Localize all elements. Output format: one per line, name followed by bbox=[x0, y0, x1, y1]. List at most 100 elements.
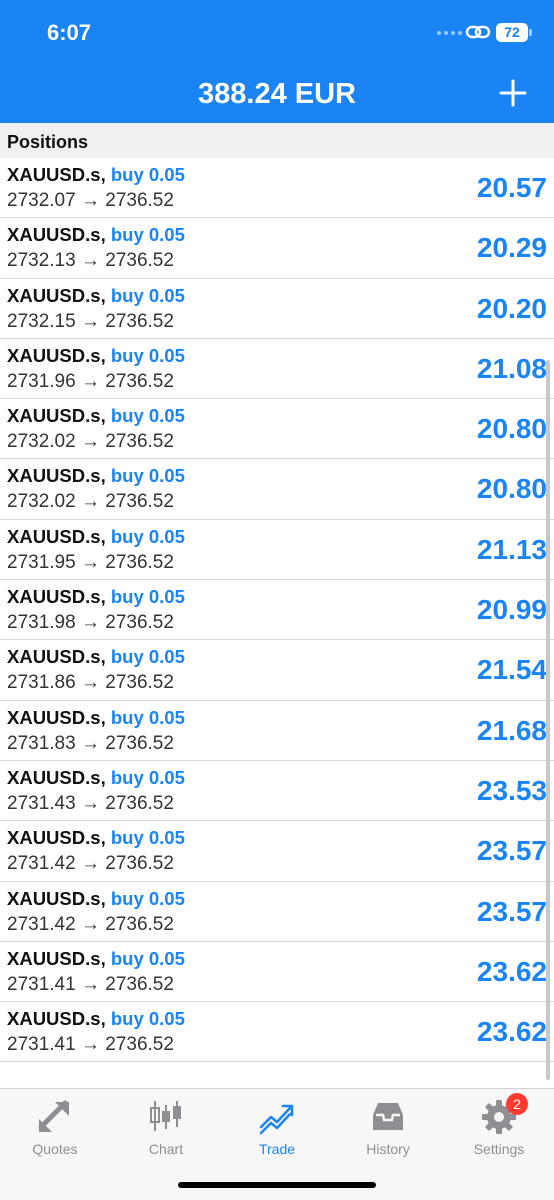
open-price: 2731.42 bbox=[7, 913, 76, 935]
position-row[interactable]: XAUUSD.s, buy 0.05 2731.95 → 2736.52 21.… bbox=[0, 519, 554, 581]
positions-list: XAUUSD.s, buy 0.05 2732.07 → 2736.52 20.… bbox=[0, 158, 554, 1063]
home-indicator[interactable] bbox=[178, 1182, 376, 1188]
open-price: 2732.07 bbox=[7, 190, 76, 211]
current-price: 2736.52 bbox=[105, 913, 174, 935]
position-profit: 20.20 bbox=[476, 292, 547, 324]
tab-label: Chart bbox=[148, 1141, 184, 1157]
position-row[interactable]: XAUUSD.s, buy 0.05 2731.43 → 2736.52 23.… bbox=[0, 760, 554, 822]
current-price: 2736.52 bbox=[105, 250, 174, 272]
position-row[interactable]: XAUUSD.s, buy 0.05 2731.41 → 2736.52 23.… bbox=[0, 1002, 554, 1063]
position-profit: 20.57 bbox=[476, 172, 547, 203]
position-prices: 2731.43 → 2736.52 bbox=[7, 792, 174, 814]
current-price: 2736.52 bbox=[105, 310, 174, 332]
position-profit: 21.54 bbox=[476, 654, 547, 686]
position-prices: 2732.07 → 2736.52 bbox=[7, 190, 174, 211]
position-profit: 20.80 bbox=[476, 413, 547, 445]
position-header: XAUUSD.s, buy 0.05 bbox=[7, 344, 185, 366]
position-row[interactable]: XAUUSD.s, buy 0.05 2731.42 → 2736.52 23.… bbox=[0, 881, 554, 942]
position-symbol: XAUUSD.s bbox=[7, 947, 101, 969]
position-side: buy 0.05 bbox=[110, 284, 185, 306]
section-title: Positions bbox=[7, 132, 89, 152]
position-header: XAUUSD.s, buy 0.05 bbox=[7, 525, 185, 547]
position-row[interactable]: XAUUSD.s, buy 0.05 2731.86 → 2736.52 21.… bbox=[0, 640, 554, 701]
open-price: 2731.96 bbox=[7, 370, 76, 392]
position-prices: 2731.98 → 2736.52 bbox=[7, 612, 174, 634]
app-header: 6:07 72 388.24 EUR bbox=[0, 0, 554, 123]
position-side: buy 0.05 bbox=[110, 827, 185, 849]
tab-chart[interactable]: Chart bbox=[111, 1097, 221, 1157]
position-prices: 2731.83 → 2736.52 bbox=[7, 732, 174, 754]
position-profit: 21.08 bbox=[476, 352, 547, 384]
position-side: buy 0.05 bbox=[110, 766, 185, 788]
position-profit: 20.80 bbox=[476, 473, 547, 505]
position-prices: 2731.42 → 2736.52 bbox=[7, 913, 174, 935]
position-symbol: XAUUSD.s bbox=[7, 465, 101, 487]
position-row[interactable]: XAUUSD.s, buy 0.05 2732.15 → 2736.52 20.… bbox=[0, 278, 554, 339]
position-profit: 23.57 bbox=[476, 835, 547, 867]
quotes-icon bbox=[38, 1100, 69, 1132]
current-price: 2736.52 bbox=[105, 190, 174, 211]
tab-label: Quotes bbox=[32, 1141, 78, 1157]
tab-label: Trade bbox=[258, 1141, 296, 1157]
position-profit: 23.62 bbox=[476, 1016, 547, 1048]
position-symbol: XAUUSD.s bbox=[7, 224, 101, 246]
current-price: 2736.52 bbox=[105, 431, 174, 453]
tab-settings[interactable]: 2 Settings bbox=[444, 1093, 554, 1157]
link-icon bbox=[465, 25, 491, 39]
position-row[interactable]: XAUUSD.s, buy 0.05 2731.96 → 2736.52 21.… bbox=[0, 338, 554, 400]
current-price: 2736.52 bbox=[105, 853, 174, 875]
position-side: buy 0.05 bbox=[110, 224, 185, 246]
position-side: buy 0.05 bbox=[110, 405, 185, 427]
open-price: 2732.15 bbox=[7, 310, 76, 332]
position-side: buy 0.05 bbox=[110, 1008, 185, 1030]
position-symbol: XAUUSD.s bbox=[7, 525, 101, 547]
current-price: 2736.52 bbox=[105, 612, 174, 634]
current-price: 2736.52 bbox=[105, 973, 174, 995]
tab-trade[interactable]: Trade bbox=[222, 1097, 332, 1157]
notification-badge: 2 bbox=[506, 1093, 528, 1115]
current-price: 2736.52 bbox=[105, 792, 174, 814]
position-header: XAUUSD.s, buy 0.05 bbox=[7, 1008, 185, 1030]
position-profit: 23.62 bbox=[476, 955, 547, 987]
position-header: XAUUSD.s, buy 0.05 bbox=[7, 766, 185, 788]
scrollbar[interactable] bbox=[546, 360, 550, 1080]
position-header: XAUUSD.s, buy 0.05 bbox=[7, 706, 185, 728]
position-prices: 2732.02 → 2736.52 bbox=[7, 491, 174, 513]
position-row[interactable]: XAUUSD.s, buy 0.05 2732.13 → 2736.52 20.… bbox=[0, 218, 554, 279]
cellular-signal-icon bbox=[437, 31, 462, 35]
position-prices: 2731.86 → 2736.52 bbox=[7, 672, 174, 694]
position-row[interactable]: XAUUSD.s, buy 0.05 2731.42 → 2736.52 23.… bbox=[0, 821, 554, 882]
tab-history[interactable]: History bbox=[333, 1097, 443, 1157]
position-symbol: XAUUSD.s bbox=[7, 766, 101, 788]
position-symbol: XAUUSD.s bbox=[7, 344, 101, 366]
position-header: XAUUSD.s, buy 0.05 bbox=[7, 405, 185, 427]
battery-tip bbox=[529, 29, 532, 36]
tab-quotes[interactable]: Quotes bbox=[0, 1097, 110, 1157]
position-profit: 21.68 bbox=[476, 714, 547, 746]
position-row[interactable]: XAUUSD.s, buy 0.05 2731.83 → 2736.52 21.… bbox=[0, 700, 554, 761]
tab-label: Settings bbox=[473, 1141, 525, 1157]
position-header: XAUUSD.s, buy 0.05 bbox=[7, 586, 185, 608]
position-row[interactable]: XAUUSD.s, buy 0.05 2732.02 → 2736.52 20.… bbox=[0, 459, 554, 520]
position-profit: 20.99 bbox=[476, 594, 547, 626]
chart-icon bbox=[150, 1101, 181, 1131]
tab-label: History bbox=[366, 1141, 410, 1157]
history-icon bbox=[373, 1103, 403, 1130]
position-prices: 2731.41 → 2736.52 bbox=[7, 973, 174, 995]
position-side: buy 0.05 bbox=[110, 646, 185, 668]
current-price: 2736.52 bbox=[105, 672, 174, 694]
position-row[interactable]: XAUUSD.s, buy 0.05 2732.07 → 2736.52 20.… bbox=[0, 158, 554, 219]
position-row[interactable]: XAUUSD.s, buy 0.05 2731.98 → 2736.52 20.… bbox=[0, 580, 554, 641]
position-side: buy 0.05 bbox=[110, 525, 185, 547]
position-prices: 2731.95 → 2736.52 bbox=[7, 551, 174, 573]
add-order-button[interactable] bbox=[498, 78, 528, 108]
position-row[interactable]: XAUUSD.s, buy 0.05 2732.02 → 2736.52 20.… bbox=[0, 399, 554, 460]
position-row[interactable]: XAUUSD.s, buy 0.05 2731.41 → 2736.52 23.… bbox=[0, 941, 554, 1003]
position-header: XAUUSD.s, buy 0.05 bbox=[7, 947, 185, 969]
position-symbol: XAUUSD.s bbox=[7, 887, 101, 909]
position-symbol: XAUUSD.s bbox=[7, 164, 101, 185]
position-prices: 2732.02 → 2736.52 bbox=[7, 431, 174, 453]
position-header: XAUUSD.s, buy 0.05 bbox=[7, 887, 185, 909]
open-price: 2731.41 bbox=[7, 1034, 76, 1056]
position-header: XAUUSD.s, buy 0.05 bbox=[7, 465, 185, 487]
